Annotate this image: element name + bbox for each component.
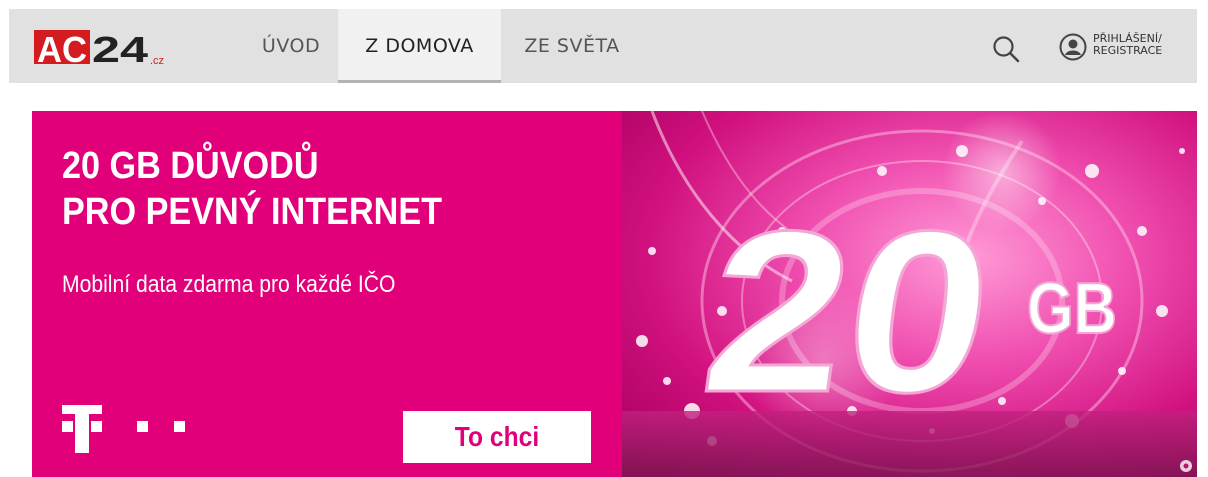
top-navigation: AC 24 .cz ÚVOD Z DOMOVA ZE SVĚTA PŘIHLÁŠ… [9,9,1197,83]
site-logo[interactable]: AC 24 .cz [34,26,184,68]
register-label: REGISTRACE [1093,44,1163,57]
telekom-t-logo [58,401,188,457]
user-circle-icon[interactable] [1059,33,1087,61]
cta-label: To chci [454,421,540,452]
nav-item-uvod[interactable]: ÚVOD [241,9,341,83]
ad-headline-line1: 20 GB DŮVODŮ [62,145,319,187]
ad-big-number: 20 [691,183,1007,440]
ad-headline-line2: PRO PEVNÝ INTERNET [62,191,443,233]
ad-visual: 20 GB [622,111,1197,477]
search-icon[interactable] [991,34,1021,64]
logo-text-ac: AC [37,29,87,68]
login-register-link[interactable]: PŘIHLÁŠENÍ/ REGISTRACE [1093,33,1189,57]
nav-item-z-domova[interactable]: Z DOMOVA [338,9,501,83]
ad-unit-label: GB [1027,269,1117,349]
nav-item-ze-sveta[interactable]: ZE SVĚTA [505,9,639,83]
logo-text-24: 24 [92,29,148,68]
ad-choices-icon[interactable] [1179,459,1193,473]
logo-text-cz: .cz [150,55,164,67]
ad-subtitle: Mobilní data zdarma pro každé IČO [62,271,396,298]
advertisement-banner[interactable]: 20 GB DŮVODŮ PRO PEVNÝ INTERNET Mobilní … [32,111,1197,477]
ad-text-panel: 20 GB DŮVODŮ PRO PEVNÝ INTERNET Mobilní … [32,111,622,477]
ad-headline: 20 GB DŮVODŮ PRO PEVNÝ INTERNET [62,143,442,235]
cta-button[interactable]: To chci [403,411,591,463]
